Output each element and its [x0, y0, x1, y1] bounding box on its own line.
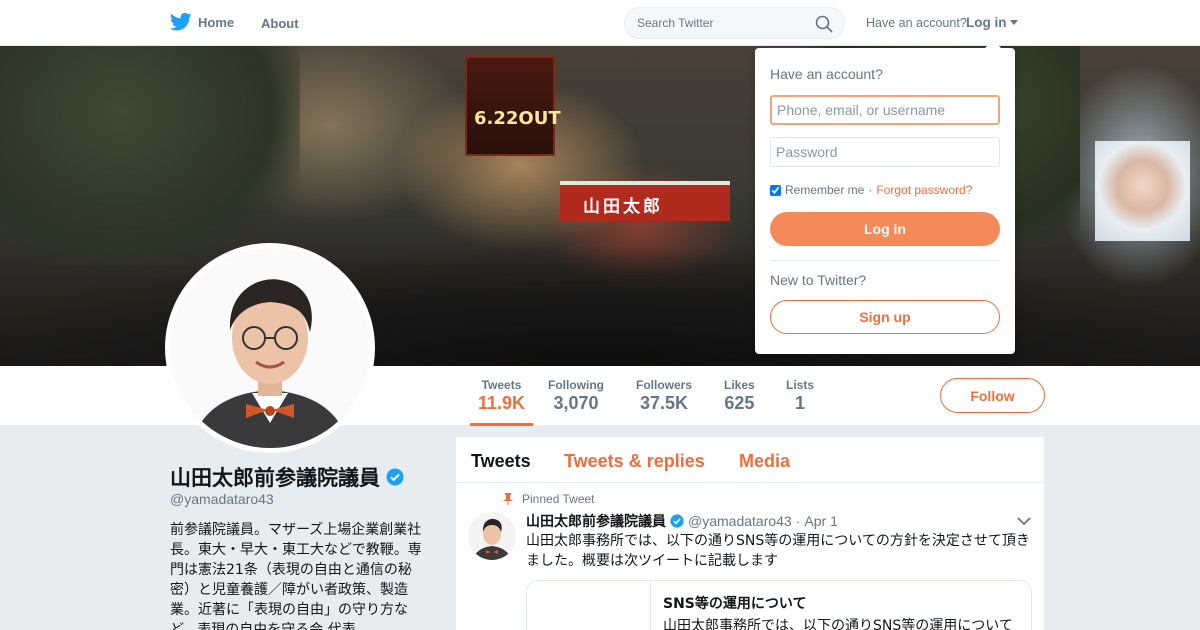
link-card-thumbnail	[527, 581, 651, 630]
stat-followers[interactable]: Followers 37.5K	[636, 378, 692, 414]
remember-me-checkbox[interactable]	[770, 184, 781, 196]
tweet-avatar[interactable]	[468, 512, 516, 560]
profile-name: 山田太郎前参議院議員	[170, 462, 404, 492]
stat-value: 3,070	[553, 393, 599, 413]
remember-row: Remember me · Forgot password?	[770, 183, 972, 197]
timeline: Tweets Tweets & replies Media Pinned Twe…	[456, 437, 1044, 630]
login-button[interactable]: Log in	[770, 212, 1000, 246]
verified-badge-icon	[670, 514, 684, 528]
link-card-description: 山田太郎事務所では、以下の通りSNS等の運用について	[663, 618, 1013, 630]
banner-sign	[465, 56, 555, 156]
stat-value: 11.9K	[477, 393, 526, 413]
link-card-title: SNS等の運用について	[663, 596, 807, 612]
stat-label: Likes	[724, 378, 755, 392]
timeline-tabs: Tweets Tweets & replies Media	[456, 437, 1044, 483]
stat-value: 1	[795, 393, 806, 413]
tweet-author-name[interactable]: 山田太郎前参議院議員	[526, 511, 666, 531]
tab-tweets[interactable]: Tweets	[471, 451, 531, 472]
new-to-twitter-text: New to Twitter?	[770, 272, 867, 288]
search-icon[interactable]	[815, 15, 833, 33]
pin-icon	[503, 493, 513, 505]
profile-bio: 前参議院議員。マザーズ上場企業創業社長。東大・早大・東工大などで教鞭。専門は憲法…	[170, 522, 422, 630]
verified-badge-icon	[386, 468, 404, 486]
stat-tweets[interactable]: Tweets 11.9K	[470, 378, 533, 426]
tweet-author-handle[interactable]: @yamadataro43	[688, 513, 792, 529]
login-dropdown: Have an account? Remember me · Forgot pa…	[755, 40, 1015, 354]
stat-label: Followers	[636, 378, 693, 392]
stat-following[interactable]: Following 3,070	[548, 378, 604, 414]
signup-button[interactable]: Sign up	[770, 300, 1000, 334]
stat-value: 625	[724, 393, 755, 413]
profile-name-text: 山田太郎前参議院議員	[170, 466, 380, 490]
nav-home-link[interactable]: Home	[170, 12, 234, 32]
username-field[interactable]	[770, 95, 1000, 125]
profile-handle[interactable]: @yamadataro43	[170, 491, 274, 507]
twitter-bird-icon	[170, 12, 192, 31]
nav-home-label: Home	[198, 14, 235, 30]
search-box[interactable]	[624, 7, 845, 39]
search-input[interactable]	[637, 16, 817, 30]
banner-truck-text: 山田太郎	[583, 197, 663, 216]
have-account-text: Have an account?	[866, 16, 967, 30]
tweet-header: 山田太郎前参議院議員 @yamadataro43 · Apr 1	[526, 511, 1036, 531]
stat-label: Lists	[786, 378, 815, 392]
profile-avatar[interactable]	[165, 243, 375, 453]
login-dropdown-toggle[interactable]: Log in	[966, 15, 1018, 30]
stat-value: 37.5K	[639, 393, 689, 413]
tweet-date[interactable]: Apr 1	[804, 513, 837, 529]
follow-button[interactable]: Follow	[940, 378, 1045, 413]
top-navigation-bar: Home About Have an account? Log in	[0, 0, 1200, 46]
tweet-link-card[interactable]: SNS等の運用について 山田太郎事務所では、以下の通りSNS等の運用について	[526, 580, 1032, 630]
pinned-label: Pinned Tweet	[522, 492, 595, 506]
tweet-menu-caret-icon[interactable]	[1017, 516, 1031, 526]
dropdown-divider	[770, 260, 1000, 261]
login-toggle-label: Log in	[966, 15, 1007, 30]
tab-media[interactable]: Media	[739, 451, 790, 472]
banner-sign-text: 6.22OUT	[474, 108, 561, 129]
avatar-photo	[170, 248, 370, 448]
pinned-tweet-context: Pinned Tweet	[503, 492, 595, 506]
caret-down-icon	[1009, 20, 1018, 25]
login-dropdown-title: Have an account?	[770, 66, 883, 82]
tweet-text: 山田太郎事務所では、以下の通りSNS等の運用についての方針を決定させて頂きました…	[526, 533, 1030, 569]
stat-likes[interactable]: Likes 625	[724, 378, 755, 414]
tweet-dot-separator: ·	[795, 513, 801, 529]
nav-about-link[interactable]: About	[261, 16, 299, 31]
remember-separator: ·	[868, 183, 873, 197]
stat-label: Following	[548, 378, 604, 392]
forgot-password-link[interactable]: Forgot password?	[876, 183, 972, 197]
tab-tweets-and-replies[interactable]: Tweets & replies	[564, 451, 705, 472]
stat-label: Tweets	[481, 378, 522, 392]
password-field[interactable]	[770, 137, 1000, 167]
stat-lists[interactable]: Lists 1	[786, 378, 814, 414]
remember-me-label[interactable]: Remember me	[785, 183, 864, 197]
